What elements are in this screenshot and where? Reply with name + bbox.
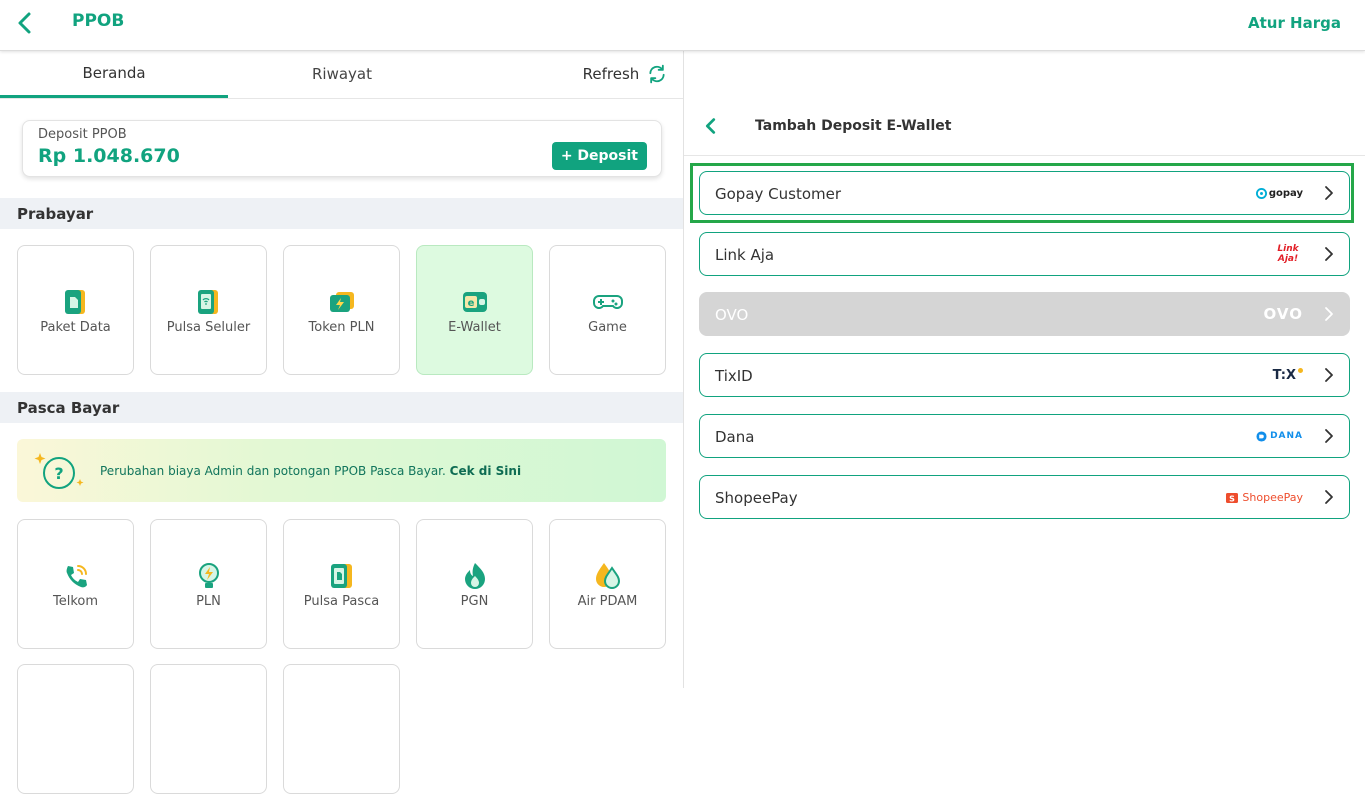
dana-logo: DANA [1256,426,1303,446]
wallet-ovo: OVO OVO [699,292,1350,336]
tile-pulsa-pasca[interactable]: Pulsa Pasca [283,519,400,649]
deposit-card: Deposit PPOB Rp 1.048.670 + Deposit [22,120,662,177]
phone-signal-icon [198,290,218,314]
shopee-bag-icon: S [1226,493,1239,504]
tab-beranda[interactable]: Beranda [0,51,228,98]
top-bar: PPOB Atur Harga [0,0,1365,51]
info-banner: ? Perubahan biaya Admin dan potongan PPO… [17,439,666,502]
deposit-amount: Rp 1.048.670 [38,145,180,167]
refresh-button[interactable]: Refresh [570,51,680,97]
gopay-icon [1255,187,1267,199]
tile-pulsa-seluler[interactable]: Pulsa Seluler [150,245,267,375]
tixid-mark [1298,368,1303,373]
sim-card-icon [331,564,352,588]
tixid-logo-text: T:X [1272,367,1296,383]
chevron-right-icon [1325,429,1333,443]
deposit-label: Deposit PPOB [38,127,127,142]
ovo-logo-text: OVO [1263,305,1303,323]
sim-card-icon [65,290,85,314]
prabayar-header: Prabayar [0,198,683,229]
prabayar-title: Prabayar [17,204,94,223]
dana-logo-text: DANA [1270,431,1303,441]
wallet-name: TixID [715,367,753,385]
wallet-link-aja[interactable]: Link Aja LinkAja! [699,232,1350,276]
tile-label: PLN [196,594,221,609]
chevron-right-icon [1325,490,1333,504]
wallet-name: OVO [715,306,749,324]
tile-air-pdam[interactable]: Air PDAM [549,519,666,649]
tile-pln[interactable]: PLN [150,519,267,649]
wallet-name: ShopeePay [715,489,798,507]
atur-harga-button[interactable]: Atur Harga [1248,14,1341,32]
tile-label: Game [588,320,627,335]
svg-text:e: e [468,298,475,309]
panel-separator [684,155,1365,156]
wallet-name: Gopay Customer [715,185,842,203]
tile-partial[interactable] [283,664,400,794]
linkaja-logo-text: LinkAja! [1277,244,1299,264]
ovo-logo: OVO [1264,304,1303,324]
chevron-right-icon [1325,186,1333,200]
tile-pgn[interactable]: PGN [416,519,533,649]
tab-beranda-label: Beranda [82,64,146,82]
back-arrow-icon[interactable] [700,115,722,137]
tile-partial[interactable] [17,664,134,794]
svg-text:S: S [1230,495,1236,504]
chevron-right-icon [1325,307,1333,321]
wallet-dana[interactable]: Dana DANA [699,414,1350,458]
tile-label: Token PLN [308,320,375,335]
tile-partial[interactable] [150,664,267,794]
wallet-tixid[interactable]: TixID T:X [699,353,1350,397]
wallet-gopay[interactable]: Gopay Customer gopay [699,171,1350,215]
refresh-icon [649,64,665,84]
tile-telkom[interactable]: Telkom [17,519,134,649]
tile-label: E-Wallet [448,320,501,335]
tile-label: Pulsa Seluler [166,320,251,335]
tile-label: PGN [460,594,489,609]
chevron-right-icon [1325,247,1333,261]
svg-text:?: ? [54,464,63,483]
shopeepay-logo: S ShopeePay [1225,487,1303,507]
gopay-logo: gopay [1255,183,1303,203]
linkaja-logo: LinkAja! [1275,241,1301,267]
tile-game[interactable]: Game [549,245,666,375]
page-title: PPOB [72,11,125,31]
gamepad-icon [593,295,623,309]
tab-bar: Beranda Riwayat Refresh [0,51,683,99]
tixid-logo: T:X [1273,365,1303,385]
shopeepay-logo-text: ShopeePay [1242,490,1303,504]
tab-riwayat-label: Riwayat [312,65,372,83]
banner-text: Perubahan biaya Admin dan potongan PPOB … [100,464,521,478]
panel-divider [683,51,684,688]
wallet-shopeepay[interactable]: ShopeePay S ShopeePay [699,475,1350,519]
water-drop-icon [596,563,621,589]
panel-title: Tambah Deposit E-Wallet [755,118,952,134]
gopay-logo-text: gopay [1268,187,1303,199]
tile-label: Air PDAM [577,594,638,609]
add-deposit-button[interactable]: + Deposit [551,142,647,170]
tile-label: Pulsa Pasca [303,594,380,609]
wallet-name: Dana [715,428,755,446]
electricity-token-icon [330,292,354,312]
tile-token-pln[interactable]: Token PLN [283,245,400,375]
tile-label: Paket Data [40,320,111,335]
refresh-label: Refresh [582,65,640,83]
back-arrow-icon[interactable] [14,11,38,35]
telephone-icon [66,565,87,588]
banner-link[interactable]: Cek di Sini [450,464,521,478]
tile-paket-data[interactable]: Paket Data [17,245,134,375]
light-bulb-icon [199,563,219,588]
dana-icon [1256,430,1267,442]
banner-message: Perubahan biaya Admin dan potongan PPOB … [100,464,446,478]
tile-label: Telkom [52,594,99,609]
pasca-bayar-title: Pasca Bayar [17,398,120,417]
wallet-name: Link Aja [715,246,775,264]
gas-flame-icon [465,563,485,589]
question-sparkle-icon: ? [34,453,84,489]
tab-riwayat[interactable]: Riwayat [228,51,456,97]
pasca-bayar-header: Pasca Bayar [0,392,683,423]
chevron-right-icon [1325,368,1333,382]
tile-e-wallet[interactable]: e E-Wallet [416,245,533,375]
e-wallet-icon: e [463,292,487,312]
